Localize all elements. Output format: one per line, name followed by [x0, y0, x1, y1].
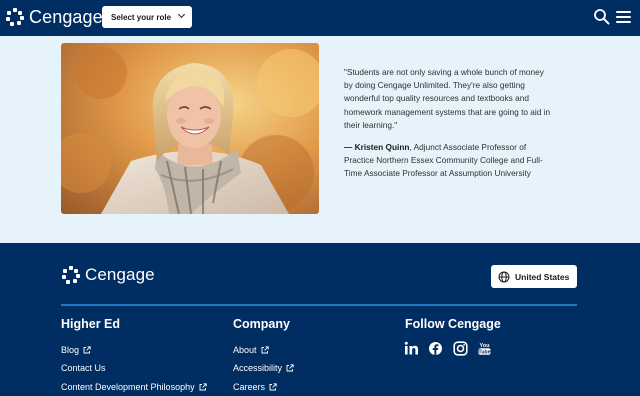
chevron-down-icon [177, 10, 186, 19]
role-select-label: Select your role [111, 12, 172, 22]
external-link-icon [261, 346, 269, 354]
cengage-mark-icon [6, 8, 24, 26]
testimonial-author: — Kristen Quinn [344, 142, 410, 152]
external-link-icon [199, 383, 207, 391]
footer-link-label: Content Development Philosophy [61, 382, 195, 392]
smiling-woman-photo [61, 43, 319, 214]
svg-text:Tube: Tube [478, 350, 490, 356]
footer-link-label: Careers [233, 382, 266, 392]
footer-heading-company: Company [233, 317, 290, 331]
country-label: United States [515, 271, 570, 282]
instagram-icon[interactable] [453, 341, 468, 356]
site-header: Cengage Select your role [0, 0, 640, 36]
footer-divider [61, 304, 577, 306]
brand-name: Cengage [29, 6, 103, 27]
facebook-icon[interactable] [428, 341, 443, 356]
footer-link-label: Contact Us [61, 363, 106, 373]
country-selector-button[interactable]: United States [491, 265, 577, 288]
hamburger-menu-icon[interactable] [616, 10, 632, 24]
external-link-icon [286, 364, 294, 372]
footer-heading-higher-ed: Higher Ed [61, 317, 121, 331]
search-icon[interactable] [593, 8, 611, 26]
footer-link-content-development-philosophy[interactable]: Content Development Philosophy [61, 382, 207, 392]
testimonial-quote: "Students are not only saving a whole bu… [344, 67, 551, 130]
external-link-icon [269, 383, 277, 391]
footer-link-careers[interactable]: Careers [233, 382, 277, 392]
testimonial-section: "Students are not only saving a whole bu… [0, 36, 640, 243]
cengage-logo[interactable]: Cengage [6, 6, 103, 28]
footer-cengage-logo[interactable]: Cengage [62, 265, 155, 285]
globe-icon [498, 271, 510, 282]
footer-link-accessibility[interactable]: Accessibility [233, 363, 294, 373]
footer-heading-follow-cengage: Follow Cengage [405, 317, 501, 331]
footer-link-contact-us[interactable]: Contact Us [61, 363, 106, 373]
svg-text:You: You [480, 343, 490, 349]
footer-link-label: Blog [61, 345, 80, 355]
footer-link-blog[interactable]: Blog [61, 345, 91, 355]
cengage-mark-icon [62, 266, 80, 284]
footer-link-about[interactable]: About [233, 345, 269, 355]
youtube-icon[interactable]: You Tube [477, 341, 492, 356]
role-select[interactable]: Select your role [102, 6, 192, 28]
testimonial-attribution: — Kristen Quinn, Adjunct Associate Profe… [344, 141, 554, 181]
footer-link-label: Accessibility [233, 363, 283, 373]
footer-link-label: About [233, 345, 257, 355]
linkedin-icon[interactable] [404, 341, 419, 356]
site-footer: Cengage United States Higher Ed Blog Con… [0, 243, 640, 396]
footer-brand-name: Cengage [85, 265, 155, 284]
external-link-icon [83, 346, 91, 354]
